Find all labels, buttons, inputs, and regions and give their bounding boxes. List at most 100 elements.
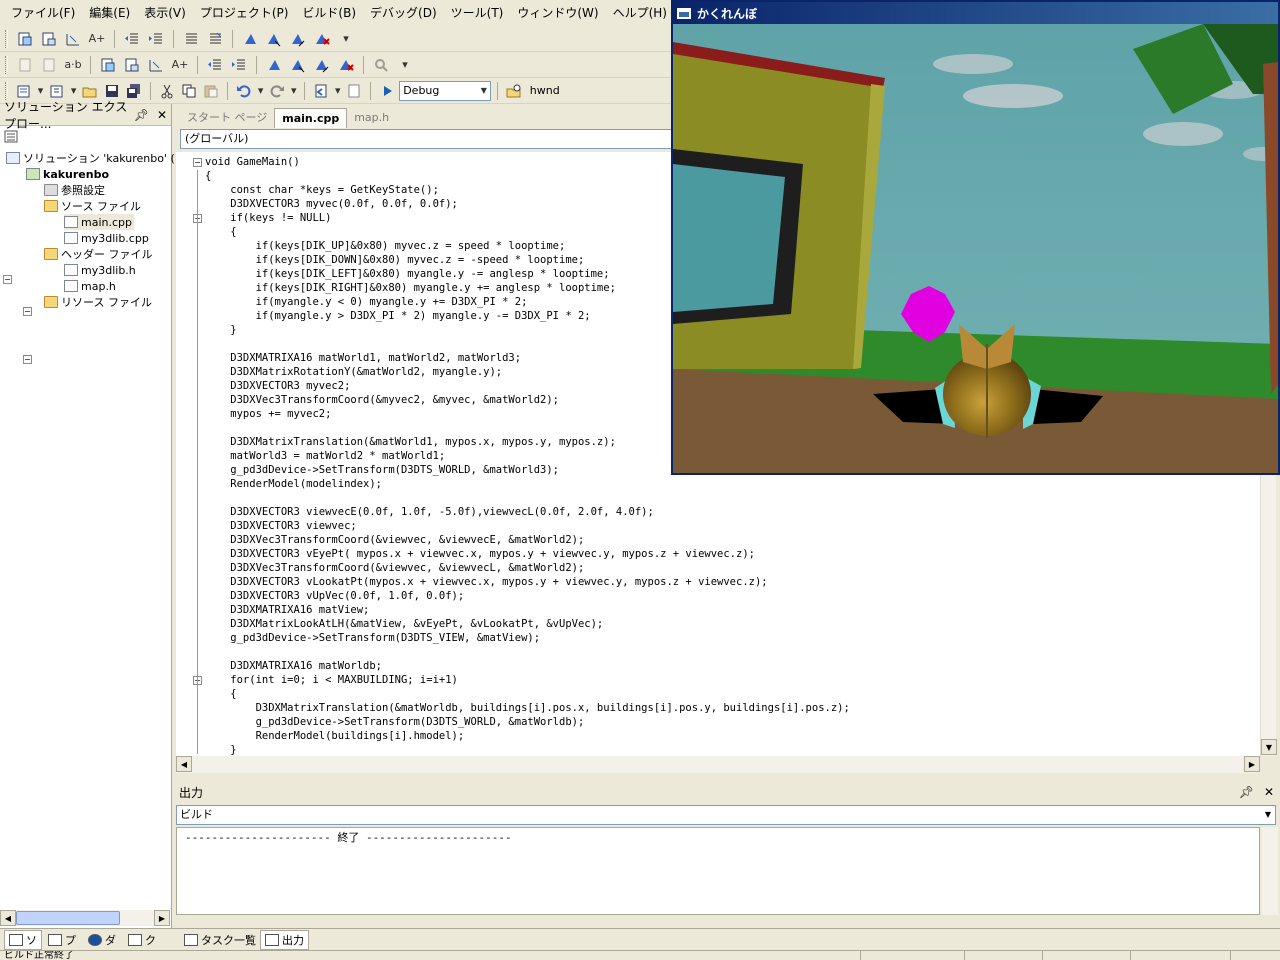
tree-file-main-cpp[interactable]: main.cpp (64, 214, 134, 230)
undo-dropdown-icon[interactable]: ▾ (256, 80, 265, 102)
scroll-right-icon[interactable]: ▶ (154, 910, 170, 926)
toolbar-grip[interactable] (5, 29, 8, 48)
toggle-bookmark-icon[interactable] (263, 54, 285, 76)
toolbar-options-chevron-icon[interactable]: ▾ (394, 54, 416, 76)
decrease-indent-icon[interactable] (121, 28, 143, 50)
game-window[interactable]: かくれんぼ (671, 0, 1280, 475)
increase-indent-icon[interactable] (145, 28, 167, 50)
find-icon[interactable] (38, 54, 60, 76)
paste-icon[interactable] (201, 80, 221, 102)
outline-collapse-icon[interactable]: − (193, 158, 202, 167)
collapse-toggle-icon[interactable]: − (23, 355, 32, 364)
pin-icon[interactable]: 📌︎ (134, 108, 149, 122)
properties-icon[interactable] (4, 130, 20, 144)
tab-solution-explorer[interactable]: ソ (4, 930, 42, 950)
scroll-left-icon[interactable]: ◀ (176, 756, 192, 772)
collapse-toggle-icon[interactable]: − (23, 307, 32, 316)
complete-word-icon[interactable]: A+ (169, 54, 191, 76)
scope-dropdown[interactable]: (グローバル) (180, 129, 672, 149)
scrollbar-thumb[interactable] (16, 911, 120, 925)
tab-task-list[interactable]: タスク一覧 (180, 930, 260, 950)
display-object-members-icon[interactable] (14, 28, 36, 50)
scrollbar-corner (1260, 756, 1280, 773)
tree-references-node[interactable]: 参照設定 (44, 182, 105, 198)
scroll-down-icon[interactable]: ▼ (1261, 739, 1277, 755)
navigate-dropdown-icon[interactable]: ▾ (333, 80, 342, 102)
output-source-select[interactable]: ビルド ▼ (176, 805, 1276, 825)
clear-bookmarks-icon[interactable] (311, 28, 333, 50)
scroll-right-icon[interactable]: ▶ (1244, 756, 1260, 772)
navigate-backward-icon[interactable] (311, 80, 331, 102)
undo-icon[interactable] (234, 80, 254, 102)
parameter-info-icon[interactable] (121, 54, 143, 76)
collapse-toggle-icon[interactable]: − (3, 275, 12, 284)
previous-bookmark-icon[interactable] (287, 28, 309, 50)
menu-view[interactable]: 表示(V) (137, 0, 193, 26)
menu-tools[interactable]: ツール(T) (444, 0, 511, 26)
copy-icon[interactable] (179, 80, 199, 102)
game-window-title-bar[interactable]: かくれんぼ (673, 2, 1278, 24)
menu-help[interactable]: ヘルプ(H) (606, 0, 674, 26)
game-viewport[interactable] (673, 24, 1278, 473)
find-combo[interactable]: hwnd (526, 81, 672, 101)
replace-icon[interactable]: a·b (62, 54, 84, 76)
increase-indent-icon[interactable] (228, 54, 250, 76)
uncomment-icon[interactable] (204, 28, 226, 50)
tree-file-map-h[interactable]: map.h (64, 278, 116, 294)
tab-main-cpp[interactable]: main.cpp (274, 108, 348, 128)
menu-window[interactable]: ウィンドウ(W) (510, 0, 605, 26)
tree-header-files-folder[interactable]: ヘッダー ファイル (44, 246, 153, 262)
quick-info-icon[interactable] (62, 28, 84, 50)
tree-file-my3dlib-cpp[interactable]: my3dlib.cpp (64, 230, 149, 246)
close-icon[interactable]: ✕ (1264, 785, 1274, 799)
pin-icon[interactable]: 📌︎ (1239, 785, 1254, 799)
tree-resource-files-folder[interactable]: リソース ファイル (44, 294, 152, 310)
tree-solution-node[interactable]: ソリューション 'kakurenbo' (1 プ (6, 150, 196, 166)
solution-explorer-hscrollbar[interactable]: ◀ ▶ (0, 910, 170, 926)
tab-dynamic-help[interactable]: ダ (84, 930, 120, 950)
output-vscrollbar[interactable] (1262, 827, 1278, 915)
toggle-bookmark-icon[interactable] (239, 28, 261, 50)
menu-project[interactable]: プロジェクト(P) (193, 0, 296, 26)
toolbar-options-chevron-icon[interactable]: ▾ (335, 28, 357, 50)
menu-edit[interactable]: 編集(E) (82, 0, 137, 26)
parameter-info-icon[interactable] (38, 28, 60, 50)
output-text[interactable]: ---------------------- 終了 --------------… (176, 827, 1260, 915)
redo-dropdown-icon[interactable]: ▾ (289, 80, 298, 102)
editor-hscrollbar[interactable]: ◀ ▶ (176, 756, 1260, 773)
toolbar-grip[interactable] (5, 55, 8, 74)
decrease-indent-icon[interactable] (204, 54, 226, 76)
previous-bookmark-icon[interactable] (311, 54, 333, 76)
tab-map-h[interactable]: map.h (347, 108, 396, 128)
close-icon[interactable]: ✕ (157, 108, 167, 122)
scroll-left-icon[interactable]: ◀ (0, 910, 16, 926)
navigate-forward-icon[interactable] (344, 80, 364, 102)
menu-file[interactable]: ファイル(F) (4, 0, 82, 26)
redo-icon[interactable] (267, 80, 287, 102)
tab-class-view[interactable]: ク (124, 930, 160, 950)
list-members-icon[interactable] (14, 54, 36, 76)
solution-configuration-select[interactable]: Debug ▼ (399, 80, 491, 101)
comment-out-icon[interactable] (180, 28, 202, 50)
quick-info-icon[interactable] (145, 54, 167, 76)
display-object-members-icon[interactable] (97, 54, 119, 76)
clear-bookmarks-icon[interactable] (335, 54, 357, 76)
find-in-files-icon[interactable] (504, 80, 524, 102)
tree-source-files-folder[interactable]: ソース ファイル (44, 198, 141, 214)
status-cell (1042, 951, 1130, 960)
cut-icon[interactable] (157, 80, 177, 102)
tab-properties[interactable]: プ (44, 930, 80, 950)
next-bookmark-icon[interactable] (287, 54, 309, 76)
code-line: RenderModel(buildings[i].hmodel); (205, 730, 465, 742)
tab-output[interactable]: 出力 (260, 930, 309, 950)
tab-start-page[interactable]: スタート ページ (180, 108, 274, 128)
menu-build[interactable]: ビルド(B) (295, 0, 363, 26)
complete-word-icon[interactable]: A+ (86, 28, 108, 50)
start-debug-icon[interactable] (377, 80, 397, 102)
next-bookmark-icon[interactable] (263, 28, 285, 50)
menu-debug[interactable]: デバッグ(D) (363, 0, 444, 26)
search-icon[interactable] (370, 54, 392, 76)
tree-file-my3dlib-h[interactable]: my3dlib.h (64, 262, 136, 278)
code-line: RenderModel(modelindex); (205, 478, 383, 490)
tree-project-node[interactable]: kakurenbo (26, 166, 109, 182)
